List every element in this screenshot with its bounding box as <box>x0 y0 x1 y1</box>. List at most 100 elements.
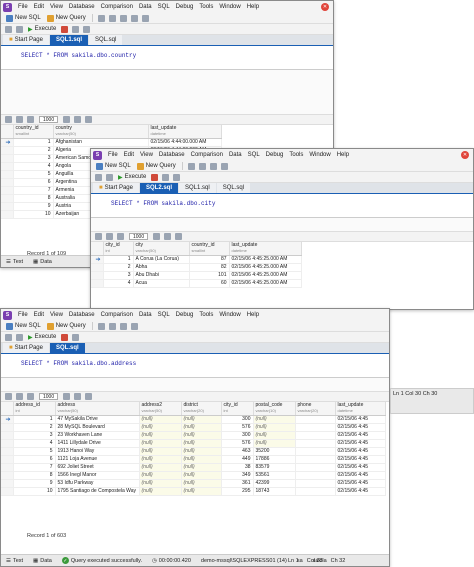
column-header[interactable]: address_id int <box>13 402 56 416</box>
table-cell[interactable]: 02/15/06 4:45:25.000 AM <box>229 263 302 272</box>
table-row[interactable]: 5 1913 Hanoi Way (null) (null) 463 35200 02/15… <box>1 447 386 456</box>
grid-last-icon[interactable] <box>74 393 82 400</box>
row-selector[interactable] <box>1 431 14 440</box>
table-row[interactable]: 10 1795 Santiago de Compostela Way (null)(… <box>1 487 386 496</box>
column-header[interactable]: district varchar(20) <box>181 402 222 416</box>
grid-export-icon[interactable] <box>85 116 93 123</box>
menu-window[interactable]: Window <box>219 4 240 10</box>
menu-window[interactable]: Window <box>219 312 240 318</box>
table-cell[interactable]: 300 <box>221 431 254 440</box>
table-cell[interactable]: (null) <box>139 463 182 472</box>
menu-file[interactable]: File <box>18 4 28 10</box>
menu-sql[interactable]: SQL <box>248 152 260 158</box>
undo-icon[interactable] <box>97 14 105 22</box>
menu-help[interactable]: Help <box>337 152 349 158</box>
table-cell[interactable]: 1566 Inegl Manor <box>55 471 140 480</box>
row-selector[interactable] <box>1 439 14 448</box>
column-header[interactable]: last_update datetime <box>229 242 302 256</box>
menu-file[interactable]: File <box>18 312 28 318</box>
db-icon[interactable] <box>5 25 12 33</box>
table-cell[interactable]: (null) <box>181 471 222 480</box>
stop-icon[interactable] <box>61 25 69 33</box>
tab-data[interactable]: ▦ Data <box>30 259 55 265</box>
grid-first-icon[interactable] <box>16 393 23 400</box>
table-cell[interactable]: 7 <box>13 463 56 472</box>
table-row[interactable]: 4 Acua 60 02/15/06 4:45:25.000 AM <box>91 279 302 288</box>
row-selector[interactable] <box>91 263 104 272</box>
table-cell[interactable] <box>295 415 336 424</box>
undo-icon[interactable] <box>97 322 105 330</box>
table-cell[interactable]: 02/15/06 4:45 <box>335 487 386 496</box>
table-cell[interactable]: 47 MySakila Drive <box>55 415 140 424</box>
sql-editor[interactable]: SELECT * FROM sakila.dbo.country <box>1 46 333 70</box>
table-row[interactable]: 4 1411 Lillydale Drive (null) (null) 576 (nul… <box>1 439 386 448</box>
row-selector[interactable] <box>1 154 14 163</box>
grid-export-icon[interactable] <box>175 233 183 240</box>
menu-edit[interactable]: Edit <box>34 312 44 318</box>
row-selector[interactable] <box>1 186 14 195</box>
table-row[interactable]: ➔ 1 47 MySakila Drive (null) (null) 300 (null)… <box>1 415 386 424</box>
table-cell[interactable]: 1 <box>103 255 134 264</box>
table-cell[interactable]: 1121 Loja Avenue <box>55 455 140 464</box>
table-cell[interactable]: 1 <box>13 138 54 147</box>
table-cell[interactable]: 02/15/06 4:45:25.000 AM <box>229 255 302 264</box>
redo-icon[interactable] <box>108 322 116 330</box>
menu-edit[interactable]: Edit <box>34 4 44 10</box>
row-selector[interactable] <box>1 194 14 203</box>
table-cell[interactable]: (null) <box>139 447 182 456</box>
grid-prev-icon[interactable] <box>27 393 34 400</box>
table-cell[interactable]: Abha <box>133 263 190 272</box>
menu-data[interactable]: Data <box>139 4 152 10</box>
table-cell[interactable]: (null) <box>181 487 222 496</box>
table-cell[interactable]: 349 <box>221 471 254 480</box>
table-cell[interactable]: (null) <box>253 423 296 432</box>
connect-icon[interactable] <box>16 25 23 33</box>
format-icon[interactable] <box>72 25 80 33</box>
format-icon[interactable] <box>162 173 170 181</box>
table-cell[interactable]: Afghanistan <box>53 138 149 147</box>
table-row[interactable]: 3 23 Workhaven Lane (null) (null) 300 (null) 0… <box>1 431 386 440</box>
row-limit-field[interactable]: 1000 <box>39 116 59 123</box>
table-cell[interactable]: (null) <box>139 487 182 496</box>
column-header[interactable]: last_update datetime <box>148 125 222 139</box>
grid-prev-icon[interactable] <box>117 233 124 240</box>
tab-sql1[interactable]: SQL1.sql <box>49 35 88 45</box>
grid-refresh-icon[interactable] <box>5 116 12 123</box>
table-cell[interactable]: 87 <box>189 255 230 264</box>
row-selector[interactable] <box>1 178 14 187</box>
menu-sql[interactable]: SQL <box>158 312 170 318</box>
table-cell[interactable]: (null) <box>253 415 296 424</box>
table-cell[interactable] <box>295 439 336 448</box>
table-cell[interactable]: (null) <box>139 471 182 480</box>
execute-button[interactable]: ▶ Execute <box>116 174 148 181</box>
tab-sql[interactable]: SQL.sql <box>216 183 251 193</box>
menu-file[interactable]: File <box>108 152 118 158</box>
table-cell[interactable]: 28 MySQL Boulevard <box>55 423 140 432</box>
grid-prev-icon[interactable] <box>27 116 34 123</box>
undo-icon[interactable] <box>187 162 195 170</box>
column-header[interactable]: phone varchar(20) <box>295 402 336 416</box>
table-cell[interactable]: (null) <box>181 415 222 424</box>
row-selector[interactable] <box>1 423 14 432</box>
db-icon[interactable] <box>95 173 102 181</box>
table-cell[interactable]: 4 <box>13 162 54 171</box>
menu-comparison[interactable]: Comparison <box>101 312 133 318</box>
menu-database[interactable]: Database <box>69 312 95 318</box>
table-cell[interactable]: 8 <box>13 471 56 480</box>
table-cell[interactable] <box>295 423 336 432</box>
table-cell[interactable]: A Corua (La Corua) <box>133 255 190 264</box>
tab-start-page[interactable]: ■ Start Page <box>3 35 49 45</box>
row-selector[interactable] <box>1 162 14 171</box>
grid-next-icon[interactable] <box>63 116 71 123</box>
new-query-button[interactable]: New Query <box>135 162 178 170</box>
table-cell[interactable]: 2 <box>13 146 54 155</box>
tab-data[interactable]: ▦ Data <box>30 558 55 564</box>
table-cell[interactable] <box>295 487 336 496</box>
tab-sql2[interactable]: SQL2.sql <box>139 183 178 193</box>
table-cell[interactable]: (null) <box>139 479 182 488</box>
table-cell[interactable]: 101 <box>189 271 230 280</box>
connect-icon[interactable] <box>16 333 23 341</box>
grid-next-icon[interactable] <box>63 393 71 400</box>
table-cell[interactable]: 576 <box>221 439 254 448</box>
table-cell[interactable]: 6 <box>13 455 56 464</box>
